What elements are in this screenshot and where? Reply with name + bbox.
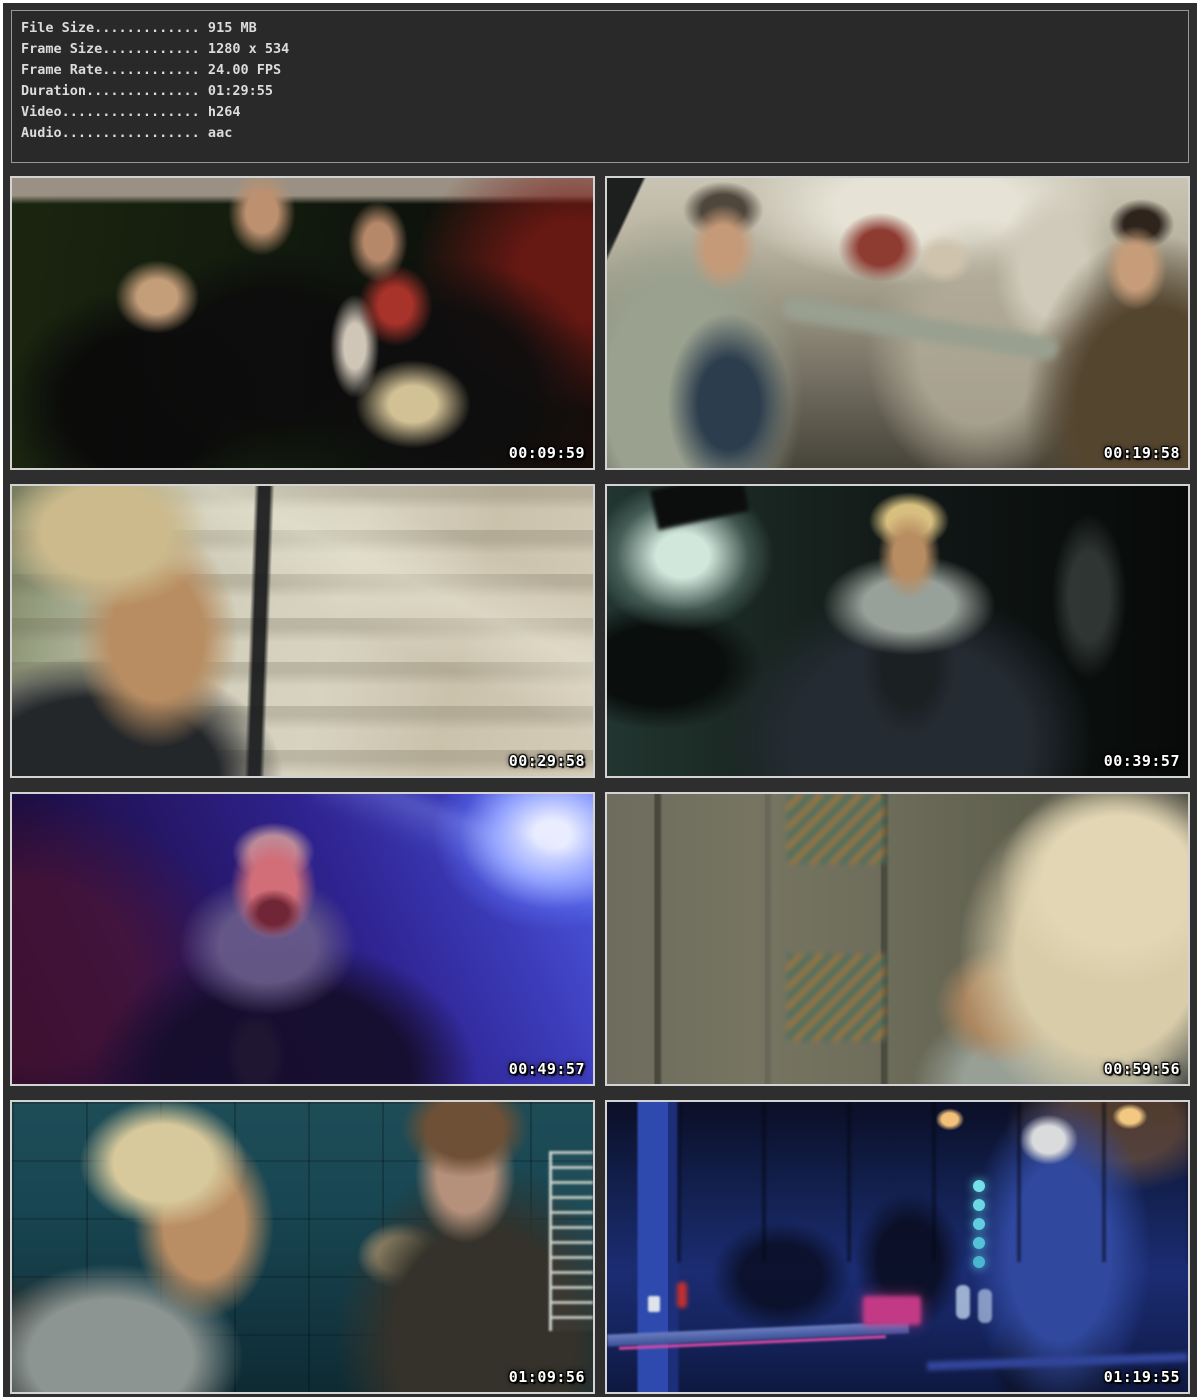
still-car-interior	[607, 178, 1188, 468]
timestamp-overlay: 00:19:58	[1104, 444, 1180, 462]
timestamp-overlay: 01:09:56	[509, 1368, 585, 1386]
scene-detail-pattern-panel-bottom	[787, 954, 886, 1041]
still-hallway-back-of-head	[607, 794, 1188, 1084]
screenshot-5: 00:49:57	[10, 792, 595, 1086]
scene-detail-light-beam	[305, 792, 595, 922]
scene-detail-ketchup-bottle	[677, 1282, 687, 1308]
screenshot-7: 01:09:56	[10, 1100, 595, 1394]
screenshot-6: 00:59:56	[605, 792, 1190, 1086]
timestamp-overlay: 00:59:56	[1104, 1060, 1180, 1078]
still-garage-portrait	[607, 486, 1188, 776]
timestamp-overlay: 00:29:58	[509, 752, 585, 770]
still-two-men-teal	[12, 1102, 593, 1392]
scene-detail-arm	[781, 296, 1060, 363]
timestamp-overlay: 00:49:57	[509, 1060, 585, 1078]
scene-detail-paper-cup	[648, 1296, 660, 1312]
scene-detail-pink-box	[863, 1296, 921, 1325]
scene-detail-metal-rack	[549, 1151, 593, 1331]
timestamp-overlay: 01:19:55	[1104, 1368, 1180, 1386]
still-blue-night	[607, 1102, 1188, 1392]
scene-detail-bottles	[956, 1285, 970, 1319]
timestamp-overlay: 00:09:59	[509, 444, 585, 462]
file-info-line-file-size: File Size............. 915 MB	[21, 18, 1179, 39]
screenshot-2: 00:19:58	[605, 176, 1190, 470]
still-group-back-room	[12, 178, 593, 468]
screenshot-4: 00:39:57	[605, 484, 1190, 778]
still-purple-club	[12, 794, 593, 1084]
file-info-panel: File Size............. 915 MB Frame Size…	[11, 10, 1189, 163]
screenshot-1: 00:09:59	[10, 176, 595, 470]
timestamp-overlay: 00:39:57	[1104, 752, 1180, 770]
file-info-line-video: Video................. h264	[21, 102, 1179, 123]
screenshot-grid: 00:09:59 00:19:58 00:29:58 00:39:57 00:4…	[3, 176, 1197, 1394]
scene-detail-lamp-flag	[650, 484, 749, 530]
still-profile-closeup	[12, 486, 593, 776]
scene-detail-pattern-panel-top	[787, 794, 886, 864]
screenshot-3: 00:29:58	[10, 484, 595, 778]
screenshot-8: 01:19:55	[605, 1100, 1190, 1394]
file-info-line-frame-rate: Frame Rate............ 24.00 FPS	[21, 60, 1179, 81]
file-info-line-frame-size: Frame Size............ 1280 x 534	[21, 39, 1179, 60]
file-info-line-duration: Duration.............. 01:29:55	[21, 81, 1179, 102]
file-info-line-audio: Audio................. aac	[21, 123, 1179, 144]
release-info-page: File Size............. 915 MB Frame Size…	[0, 0, 1200, 1400]
scene-detail-window-mullions	[677, 1102, 1188, 1262]
